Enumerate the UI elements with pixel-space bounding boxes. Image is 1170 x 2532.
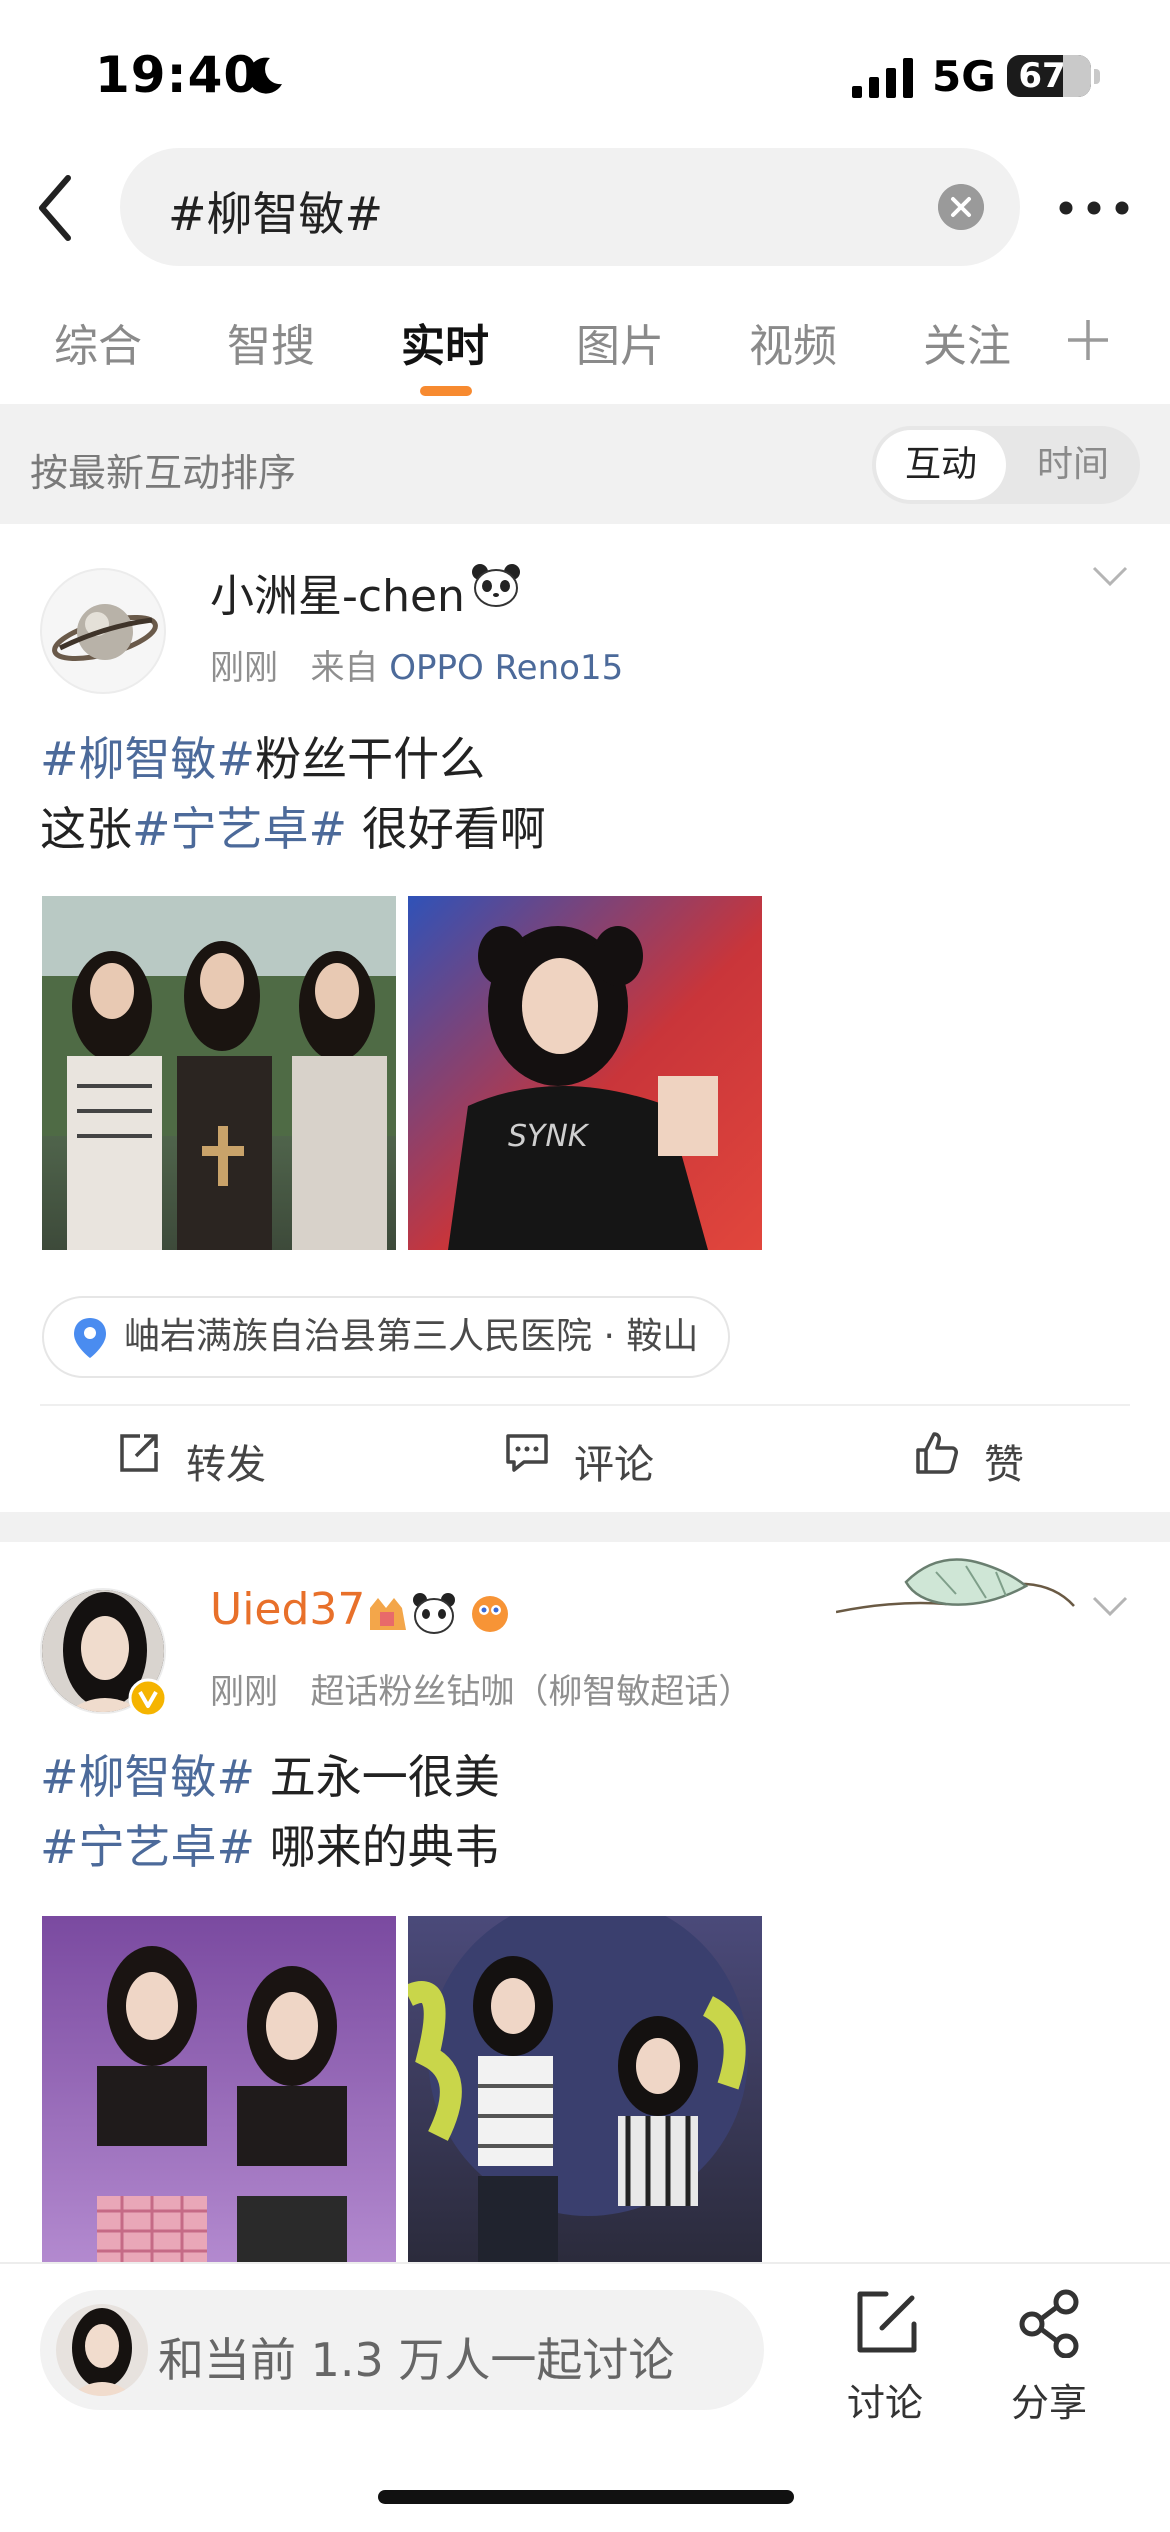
planet-avatar-image — [52, 604, 158, 661]
tab-comprehensive[interactable]: 综合 — [54, 310, 142, 374]
location-pin-icon — [74, 1318, 106, 1358]
repost-icon — [120, 1434, 158, 1472]
sort-toggle: 互动 时间 — [872, 426, 1140, 504]
duo-stage-photo-image — [97, 1946, 347, 2270]
comment-button[interactable]: 评论 — [506, 1432, 654, 1490]
tab-smart-search[interactable]: 智搜 — [227, 310, 315, 374]
post-card: Uied37 刚刚 超话粉丝钻咖（柳智敏超话） #柳智敏# 五永一很美 #宁艺卓… — [0, 1542, 1170, 2270]
sort-label: 按最新互动排序 — [30, 451, 297, 495]
hashtag-link[interactable]: #柳智敏# — [40, 1750, 255, 1804]
more-icon[interactable] — [1058, 200, 1130, 216]
username[interactable]: Uied37 — [210, 1584, 365, 1635]
like-label: 赞 — [984, 1442, 1024, 1488]
post-time: 刚刚 — [210, 1672, 278, 1712]
fan-badges-icon — [370, 1593, 508, 1634]
signal-icon — [852, 58, 913, 98]
post-image[interactable] — [408, 1916, 762, 2270]
clear-icon[interactable] — [938, 184, 984, 230]
post-meta: 刚刚 超话粉丝钻咖（柳智敏超话） — [210, 1664, 752, 1713]
add-tab-icon[interactable] — [1066, 318, 1110, 362]
sort-option-interaction[interactable]: 互动 — [876, 430, 1006, 500]
username[interactable]: 小洲星-chen — [210, 560, 465, 624]
svg-text:SYNK: SYNK — [508, 1119, 590, 1154]
location-tag[interactable]: 岫岩满族自治县第三人民医院 · 鞍山 — [42, 1296, 731, 1378]
discuss-label: 讨论 — [846, 2381, 923, 2425]
discuss-button[interactable]: 讨论 — [830, 2288, 940, 2428]
chevron-down-icon[interactable] — [1090, 1594, 1130, 1618]
hashtag-link[interactable]: #宁艺卓# — [40, 1820, 255, 1874]
moon-icon — [248, 57, 282, 94]
tab-realtime[interactable]: 实时 — [401, 310, 489, 374]
home-indicator[interactable] — [378, 2490, 794, 2504]
post-source[interactable]: 超话粉丝钻咖（柳智敏超话） — [310, 1672, 752, 1712]
post-source-prefix: 来自 — [310, 648, 379, 688]
status-time: 19:40 — [95, 46, 260, 104]
section-divider — [0, 1512, 1170, 1542]
panda-badge-icon — [472, 564, 520, 607]
post-text-segment: 哪来的典韦 — [255, 1820, 500, 1874]
repost-label: 转发 — [186, 1442, 266, 1488]
search-query: #柳智敏# — [168, 187, 384, 241]
compose-icon — [857, 2291, 917, 2353]
tab-images[interactable]: 图片 — [576, 310, 664, 374]
discussion-input[interactable]: 和当前 1.3 万人一起讨论 — [40, 2290, 764, 2410]
concert-photo-image — [408, 1916, 748, 2270]
post-image[interactable] — [42, 1916, 396, 2270]
divider — [40, 1404, 1130, 1406]
group-photo-image — [42, 896, 396, 1250]
battery-level: 67 — [1018, 56, 1066, 96]
post-text: #柳智敏# 五永一很美 #宁艺卓# 哪来的典韦 — [40, 1742, 500, 1882]
share-label: 分享 — [1010, 2381, 1087, 2425]
thumbs-up-icon — [916, 1432, 958, 1474]
hashtag-link[interactable]: #宁艺卓# — [132, 802, 347, 856]
stage-photo-image: SYNK — [448, 926, 718, 1250]
share-button[interactable]: 分享 — [994, 2288, 1104, 2428]
post-text-segment: 粉丝干什么 — [255, 732, 486, 786]
sort-bar: 按最新互动排序 互动 时间 — [0, 404, 1170, 524]
search-input[interactable]: #柳智敏# — [120, 148, 1020, 266]
status-bar: 19:40 5G 67 — [0, 0, 1170, 150]
post-text-segment: 这张 — [40, 802, 132, 856]
network-type: 5G — [932, 52, 996, 101]
post-time: 刚刚 — [210, 648, 278, 688]
sort-option-time[interactable]: 时间 — [1010, 430, 1136, 500]
battery-cap — [1094, 69, 1100, 84]
tab-videos[interactable]: 视频 — [749, 310, 837, 374]
post-text: #柳智敏#粉丝干什么 这张#宁艺卓# 很好看啊 — [40, 724, 546, 864]
back-icon[interactable] — [28, 168, 88, 248]
chevron-down-icon[interactable] — [1090, 564, 1130, 588]
post-text-segment: 五永一很美 — [255, 1750, 500, 1804]
avatar — [56, 2304, 148, 2396]
verified-badge-icon — [128, 1678, 168, 1718]
avatar[interactable] — [40, 568, 166, 694]
post-text-segment: 很好看啊 — [347, 802, 546, 856]
post-image[interactable]: SYNK — [408, 896, 762, 1250]
hashtag-link[interactable]: #柳智敏# — [40, 732, 255, 786]
repost-button[interactable]: 转发 — [120, 1432, 266, 1490]
post-meta: 刚刚 来自 OPPO Reno15 — [210, 640, 623, 689]
battery-icon: 67 — [1007, 55, 1091, 97]
discussion-prompt: 和当前 1.3 万人一起讨论 — [158, 2333, 675, 2387]
tab-following[interactable]: 关注 — [923, 310, 1011, 374]
post-source-device[interactable]: OPPO Reno15 — [389, 648, 623, 688]
tab-bar: 综合 智搜 实时 图片 视频 关注 — [0, 300, 1170, 400]
post-card: 小洲星-chen 刚刚 来自 OPPO Reno15 #柳智敏#粉丝干什么 这张… — [0, 524, 1170, 1512]
share-icon — [1019, 2289, 1079, 2358]
comment-icon — [506, 1434, 548, 1472]
comment-label: 评论 — [574, 1442, 654, 1488]
decorative-card-ornament — [836, 1558, 1075, 1614]
user-avatar-image — [56, 2304, 148, 2396]
location-text: 岫岩满族自治县第三人民医院 · 鞍山 — [124, 1316, 699, 1357]
post-image[interactable] — [42, 896, 396, 1250]
active-tab-indicator — [420, 386, 472, 396]
like-button[interactable]: 赞 — [916, 1432, 1024, 1490]
